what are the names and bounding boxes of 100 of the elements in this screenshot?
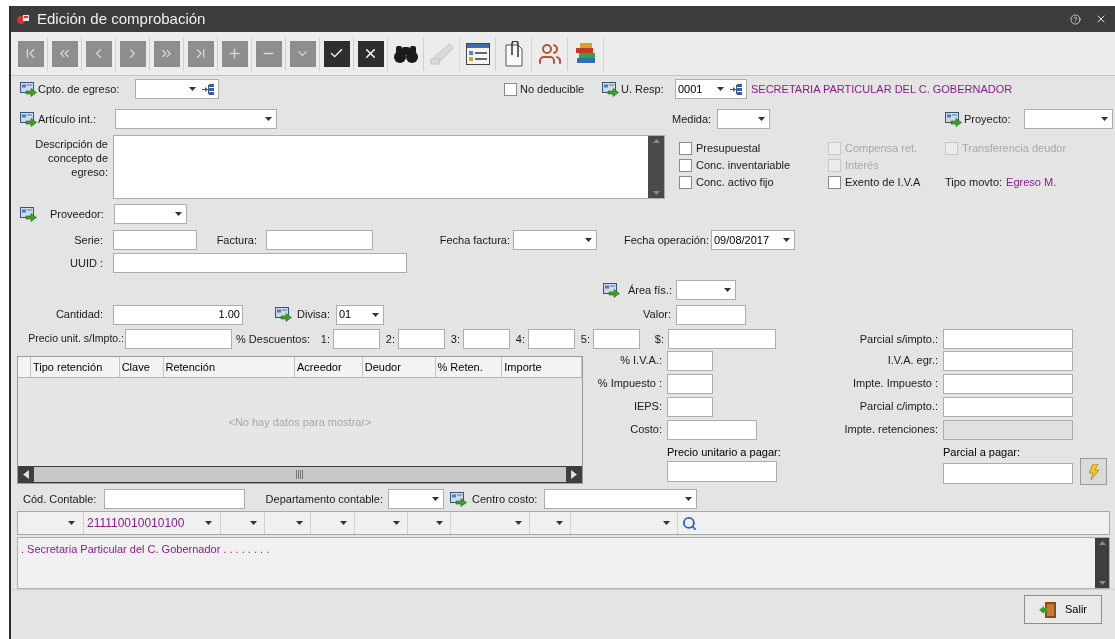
text-field[interactable]: [943, 396, 1073, 417]
checkbox-label: Transferencia deudor: [962, 141, 1067, 157]
window-arrow-icon[interactable]: [20, 81, 37, 97]
caret-icon: [175, 212, 182, 216]
field-label: Medida:: [672, 111, 713, 127]
text-field[interactable]: [668, 329, 776, 349]
grip-icon[interactable]: [296, 470, 304, 479]
text-field[interactable]: [667, 396, 713, 417]
checkbox-label: Exento de I.V.A: [845, 175, 921, 191]
text-field[interactable]: [266, 230, 373, 250]
window-arrow-icon[interactable]: [945, 111, 962, 127]
text-field[interactable]: [125, 329, 232, 349]
field-label: Cantidad:: [54, 307, 103, 323]
checkbox[interactable]: [679, 159, 692, 172]
exit-button[interactable]: Salir: [1024, 595, 1102, 624]
caret-icon: [1101, 117, 1108, 121]
dropdown-field[interactable]: [717, 109, 770, 129]
dropdown-field[interactable]: [544, 489, 697, 509]
dropdown-field[interactable]: [513, 230, 597, 250]
window-arrow-icon[interactable]: [20, 111, 37, 127]
window-arrow-icon[interactable]: [603, 282, 620, 298]
text-field[interactable]: [943, 350, 1073, 371]
field-label: % Impuesto :: [596, 376, 662, 392]
text-field[interactable]: [943, 329, 1073, 349]
close-icon[interactable]: [1095, 13, 1107, 25]
search-icon[interactable]: [682, 515, 697, 531]
tree-icon[interactable]: [202, 83, 214, 95]
field-label: $:: [653, 331, 664, 347]
text-field[interactable]: [667, 461, 777, 482]
checkbox[interactable]: [828, 176, 841, 189]
window-arrow-icon[interactable]: [602, 81, 619, 97]
dropdown-field[interactable]: [115, 109, 277, 129]
caret-icon: [783, 238, 790, 242]
window-arrow-icon[interactable]: [20, 206, 37, 222]
dropdown-field[interactable]: 0001: [675, 79, 747, 99]
field-label: Fecha operación:: [623, 232, 709, 248]
text-field[interactable]: [667, 373, 713, 394]
checkbox[interactable]: [679, 176, 692, 189]
horizontal-scrollbar[interactable]: [18, 466, 582, 483]
vertical-scrollbar[interactable]: [648, 136, 664, 198]
column-header[interactable]: Retención: [163, 357, 295, 377]
dropdown-field[interactable]: 09/08/2017: [711, 230, 795, 250]
column-header[interactable]: % Reten.: [435, 357, 503, 377]
text-field[interactable]: [667, 419, 757, 440]
window-arrow-icon[interactable]: [450, 491, 467, 507]
dropdown-field[interactable]: 01: [336, 304, 384, 325]
column-header[interactable]: Acreedor: [295, 357, 363, 377]
caret-icon: [296, 521, 303, 525]
dropdown-field[interactable]: [676, 280, 736, 300]
account-description: . Secretaria Particular del C. Gobernador . . . . . . . .: [20, 542, 271, 557]
field-label: UUID :: [69, 255, 103, 271]
text-field[interactable]: [398, 329, 445, 349]
field-label: Impte. retenciones:: [843, 422, 938, 438]
column-header[interactable]: Importe: [502, 357, 582, 377]
scroll-down-icon[interactable]: [652, 191, 660, 195]
movement-type: Egreso M.: [1006, 175, 1057, 191]
text-field[interactable]: [463, 329, 510, 349]
binoculars-icon: [392, 43, 419, 64]
caret-icon: [265, 117, 272, 121]
window-arrow-icon[interactable]: [275, 307, 292, 322]
accept-button[interactable]: [323, 40, 350, 67]
empty-message: <No hay datos para mostrar>: [228, 414, 372, 430]
calculate-button[interactable]: [1080, 458, 1107, 485]
caret-icon: [68, 521, 75, 525]
scroll-down-icon[interactable]: [1098, 581, 1106, 585]
field-label: Serie:: [73, 232, 103, 248]
checkbox[interactable]: [679, 142, 692, 155]
column-header[interactable]: Clave: [119, 357, 164, 377]
text-field[interactable]: [333, 329, 380, 349]
text-field[interactable]: [943, 373, 1073, 394]
column-header[interactable]: Tipo retención: [30, 357, 120, 377]
dropdown-field[interactable]: 211110010010100: [84, 512, 221, 534]
text-field[interactable]: [943, 462, 1073, 484]
text-area[interactable]: [113, 135, 665, 199]
text-field[interactable]: [113, 253, 407, 273]
help-icon[interactable]: [1070, 13, 1081, 25]
dropdown-field[interactable]: [388, 489, 444, 509]
app-icon: [17, 13, 29, 25]
checkbox[interactable]: [504, 82, 517, 96]
checkbox-label: Conc. inventariable: [696, 158, 791, 174]
cancel-button[interactable]: [357, 40, 384, 67]
text-field[interactable]: [113, 230, 197, 250]
caret-icon: [250, 521, 257, 525]
scroll-up-icon[interactable]: [652, 139, 660, 143]
scroll-up-icon[interactable]: [1098, 541, 1106, 545]
text-field[interactable]: 1.00: [113, 304, 243, 325]
dropdown-field[interactable]: [1024, 109, 1113, 129]
dropdown-field[interactable]: [135, 79, 219, 99]
column-header[interactable]: Deudor: [362, 357, 436, 377]
text-field[interactable]: [676, 304, 746, 325]
vertical-scrollbar[interactable]: [1095, 538, 1109, 588]
tree-icon[interactable]: [730, 83, 742, 95]
dropdown-field[interactable]: [114, 204, 187, 224]
field-label: U. Resp:: [621, 81, 665, 97]
text-field[interactable]: [528, 329, 575, 349]
text-field[interactable]: [667, 350, 713, 371]
text-field[interactable]: [104, 489, 245, 509]
caret-icon: [724, 288, 731, 292]
text-field[interactable]: [593, 329, 640, 349]
field-label: 3:: [449, 331, 461, 347]
